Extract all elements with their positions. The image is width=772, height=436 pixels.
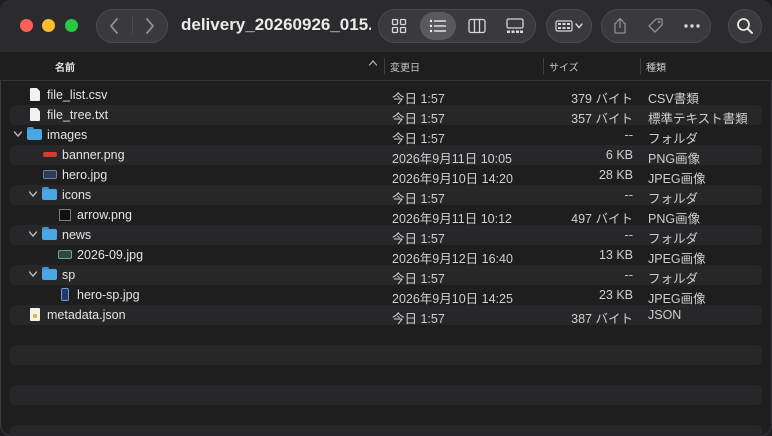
column-date-modified[interactable]: 変更日: [390, 59, 420, 74]
group-by-menu[interactable]: [546, 9, 592, 43]
file-row[interactable]: hero.jpg 2026年9月10日 14:20 28 KB JPEG画像: [0, 165, 772, 186]
view-mode-selector: [378, 9, 536, 43]
folder-row[interactable]: sp 今日 1:57 -- フォルダ: [0, 265, 772, 286]
file-size: 6 KB: [605, 148, 633, 162]
chevron-right-icon: [146, 18, 154, 34]
navigation-buttons: [96, 9, 168, 43]
minimize-window-button[interactable]: [42, 19, 55, 32]
file-date-modified: 今日 1:57: [392, 312, 445, 326]
file-size: --: [624, 228, 633, 242]
image-file-icon: [43, 152, 57, 157]
column-view-button[interactable]: [459, 12, 495, 40]
file-size: --: [624, 188, 633, 202]
window-title: delivery_20260926_015...: [181, 15, 371, 34]
folder-row[interactable]: news 今日 1:57 -- フォルダ: [0, 225, 772, 246]
search-icon: [737, 18, 753, 34]
file-size: --: [624, 268, 633, 282]
file-kind: JSON: [648, 308, 682, 322]
share-button[interactable]: [602, 9, 638, 43]
file-name: banner.png: [62, 148, 125, 162]
json-file-icon: [30, 308, 40, 321]
grid-icon: [391, 18, 407, 34]
file-row[interactable]: file_list.csv 今日 1:57 379 バイト CSV書類: [0, 85, 772, 106]
tag-button[interactable]: [638, 9, 674, 43]
file-row[interactable]: arrow.png 2026年9月11日 10:12 497 バイト PNG画像: [0, 205, 772, 226]
gallery-icon: [506, 18, 524, 33]
file-name: metadata.json: [47, 308, 126, 322]
file-size: 23 KB: [598, 288, 633, 302]
file-name: file_list.csv: [47, 88, 108, 102]
group-grid-icon: [555, 20, 583, 32]
columns-icon: [468, 18, 486, 34]
gallery-view-button[interactable]: [497, 12, 533, 40]
column-separator[interactable]: [640, 58, 641, 74]
more-button[interactable]: [674, 9, 710, 43]
folder-icon: [42, 227, 57, 240]
group-button[interactable]: [546, 9, 592, 43]
zoom-window-button[interactable]: [65, 19, 78, 32]
column-separator[interactable]: [543, 58, 544, 74]
file-name: icons: [62, 188, 92, 202]
disclosure-chevron-icon[interactable]: [28, 227, 38, 244]
empty-row-stripe: [10, 345, 762, 365]
folder-row[interactable]: images 今日 1:57 -- フォルダ: [0, 125, 772, 146]
file-size: 28 KB: [598, 168, 633, 182]
file-size: 13 KB: [598, 248, 633, 262]
ellipsis-icon: [684, 24, 700, 28]
file-name: news: [62, 228, 92, 242]
file-name: arrow.png: [77, 208, 132, 222]
column-name[interactable]: 名前: [55, 59, 75, 74]
toolbar: delivery_20260926_015...: [0, 0, 772, 52]
column-separator[interactable]: [384, 58, 385, 74]
empty-row-stripe: [10, 385, 762, 405]
file-name: sp: [62, 268, 76, 282]
sort-ascending-icon[interactable]: [368, 58, 378, 71]
file-name: hero.jpg: [62, 168, 108, 182]
file-size: 387 バイト: [571, 312, 633, 326]
document-icon: [30, 108, 40, 121]
search-button[interactable]: [728, 9, 762, 43]
disclosure-chevron-icon[interactable]: [28, 187, 38, 204]
file-row[interactable]: banner.png 2026年9月11日 10:05 6 KB PNG画像: [0, 145, 772, 166]
file-row[interactable]: file_tree.txt 今日 1:57 357 バイト 標準テキスト書類: [0, 105, 772, 126]
icon-view-button[interactable]: [381, 12, 417, 40]
file-row[interactable]: metadata.json 今日 1:57 387 バイト JSON: [0, 305, 772, 326]
column-header: 名前 変更日 サイズ 種類: [0, 52, 772, 81]
file-row[interactable]: hero-sp.jpg 2026年9月10日 14:25 23 KB JPEG画像: [0, 285, 772, 306]
column-size[interactable]: サイズ: [549, 59, 579, 74]
file-name: images: [47, 128, 88, 142]
list-view-button[interactable]: [420, 12, 456, 40]
disclosure-chevron-icon[interactable]: [28, 267, 38, 284]
file-name: 2026-09.jpg: [77, 248, 144, 262]
list-icon: [429, 19, 446, 33]
close-window-button[interactable]: [20, 19, 33, 32]
finder-window: delivery_20260926_015... 名前 変更日 サイズ 種類 f…: [0, 0, 772, 436]
share-icon: [614, 17, 626, 34]
image-file-icon: [43, 170, 57, 179]
disclosure-chevron-icon[interactable]: [13, 127, 23, 144]
file-name: file_tree.txt: [47, 108, 109, 122]
folder-icon: [42, 187, 57, 200]
folder-icon: [42, 267, 57, 280]
back-button[interactable]: [96, 9, 132, 43]
document-icon: [30, 88, 40, 101]
folder-icon: [27, 127, 42, 140]
folder-row[interactable]: icons 今日 1:57 -- フォルダ: [0, 185, 772, 206]
image-file-icon: [58, 250, 72, 259]
file-row[interactable]: 2026-09.jpg 2026年9月12日 16:40 13 KB JPEG画像: [0, 245, 772, 266]
forward-button[interactable]: [132, 9, 168, 43]
image-file-icon: [61, 288, 69, 301]
file-size: --: [624, 128, 633, 142]
file-name: hero-sp.jpg: [77, 288, 140, 302]
file-list: file_list.csv 今日 1:57 379 バイト CSV書類 file_tre…: [0, 85, 772, 326]
chevron-left-icon: [110, 18, 118, 34]
column-kind[interactable]: 種類: [646, 59, 666, 74]
image-file-icon: [59, 209, 71, 221]
empty-row-stripe: [10, 425, 762, 436]
action-buttons: [601, 9, 711, 43]
tag-icon: [648, 18, 663, 33]
